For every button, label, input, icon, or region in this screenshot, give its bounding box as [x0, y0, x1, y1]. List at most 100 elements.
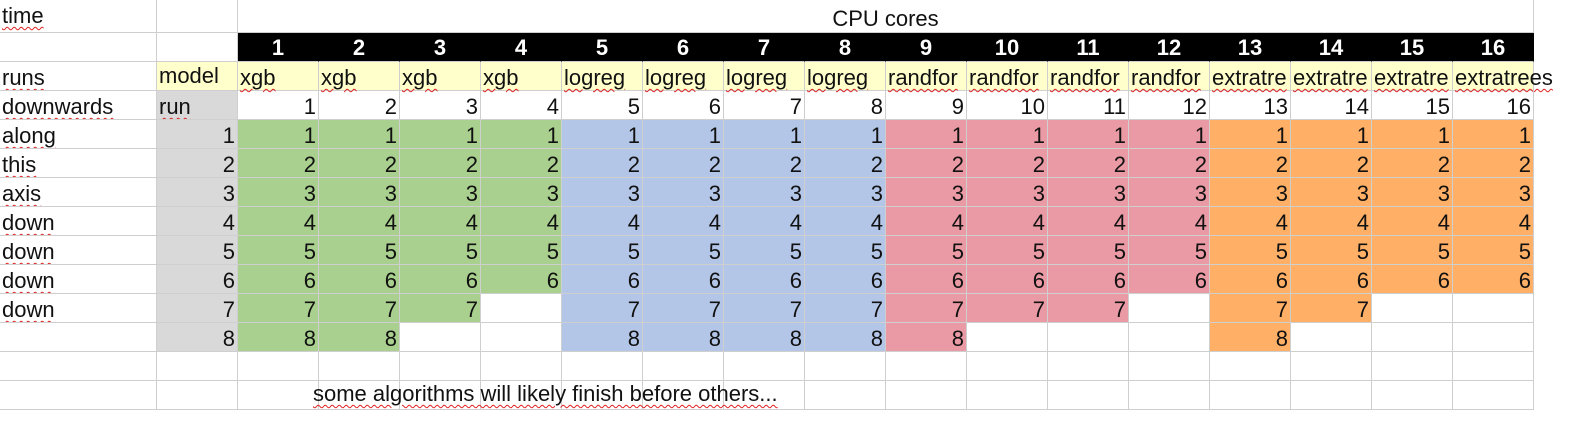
cpu-core-header[interactable]: 4: [481, 33, 562, 62]
timeline-cell[interactable]: 8: [1210, 323, 1291, 352]
empty-cell[interactable]: [562, 352, 643, 381]
timeline-cell[interactable]: 4: [805, 207, 886, 236]
model-cell[interactable]: xgb: [238, 62, 319, 91]
empty-cell[interactable]: [967, 352, 1048, 381]
run-index-cell[interactable]: 6: [157, 265, 238, 294]
empty-cell[interactable]: [805, 381, 886, 410]
empty-cell[interactable]: [1291, 352, 1372, 381]
timeline-cell[interactable]: 4: [1453, 207, 1534, 236]
timeline-cell[interactable]: 5: [1372, 236, 1453, 265]
empty-cell[interactable]: [1129, 381, 1210, 410]
timeline-cell[interactable]: 4: [643, 207, 724, 236]
empty-cell[interactable]: [1372, 323, 1453, 352]
model-cell[interactable]: extratre: [1210, 62, 1291, 91]
timeline-cell[interactable]: 5: [400, 236, 481, 265]
timeline-cell[interactable]: 5: [967, 236, 1048, 265]
timeline-cell[interactable]: 2: [1210, 149, 1291, 178]
run-index-cell[interactable]: 8: [157, 323, 238, 352]
row-label-cell[interactable]: this: [0, 149, 157, 178]
timeline-cell[interactable]: 5: [724, 236, 805, 265]
timeline-cell[interactable]: 3: [319, 178, 400, 207]
timeline-cell[interactable]: 3: [238, 178, 319, 207]
run-number-cell[interactable]: 11: [1048, 91, 1129, 120]
timeline-cell[interactable]: 1: [1291, 120, 1372, 149]
timeline-cell[interactable]: 7: [1210, 294, 1291, 323]
timeline-cell[interactable]: 1: [1372, 120, 1453, 149]
timeline-cell[interactable]: 5: [481, 236, 562, 265]
empty-cell[interactable]: [157, 352, 238, 381]
empty-cell[interactable]: [481, 323, 562, 352]
timeline-cell[interactable]: 2: [400, 149, 481, 178]
timeline-cell[interactable]: 4: [1048, 207, 1129, 236]
cpu-core-header[interactable]: 9: [886, 33, 967, 62]
timeline-cell[interactable]: 7: [967, 294, 1048, 323]
model-cell[interactable]: xgb: [319, 62, 400, 91]
timeline-cell[interactable]: 8: [562, 323, 643, 352]
row-label-cell[interactable]: along: [0, 120, 157, 149]
timeline-cell[interactable]: 4: [1129, 207, 1210, 236]
timeline-cell[interactable]: 7: [238, 294, 319, 323]
cpu-core-header[interactable]: 16: [1453, 33, 1534, 62]
timeline-cell[interactable]: 3: [643, 178, 724, 207]
timeline-cell[interactable]: 6: [1291, 265, 1372, 294]
timeline-cell[interactable]: 6: [400, 265, 481, 294]
run-index-cell[interactable]: 7: [157, 294, 238, 323]
timeline-cell[interactable]: 8: [643, 323, 724, 352]
empty-cell[interactable]: [1210, 381, 1291, 410]
row-label-cell[interactable]: [0, 352, 157, 381]
run-number-cell[interactable]: 4: [481, 91, 562, 120]
timeline-cell[interactable]: 5: [805, 236, 886, 265]
timeline-cell[interactable]: 5: [1210, 236, 1291, 265]
cpu-core-header[interactable]: 11: [1048, 33, 1129, 62]
timeline-cell[interactable]: 1: [967, 120, 1048, 149]
timeline-cell[interactable]: 3: [724, 178, 805, 207]
timeline-cell[interactable]: 7: [319, 294, 400, 323]
empty-cell[interactable]: [481, 352, 562, 381]
cpu-core-header[interactable]: 12: [1129, 33, 1210, 62]
row-label-cell[interactable]: down: [0, 265, 157, 294]
cpu-core-header[interactable]: 10: [967, 33, 1048, 62]
timeline-cell[interactable]: 7: [400, 294, 481, 323]
timeline-cell[interactable]: 2: [319, 149, 400, 178]
run-number-cell[interactable]: 3: [400, 91, 481, 120]
run-number-cell[interactable]: 5: [562, 91, 643, 120]
timeline-cell[interactable]: 1: [238, 120, 319, 149]
row-label-cell[interactable]: [0, 381, 157, 410]
timeline-cell[interactable]: 8: [886, 323, 967, 352]
cpu-core-header[interactable]: 5: [562, 33, 643, 62]
timeline-cell[interactable]: 3: [1372, 178, 1453, 207]
timeline-cell[interactable]: 1: [562, 120, 643, 149]
row-label-cell[interactable]: time: [0, 0, 157, 33]
timeline-cell[interactable]: 6: [886, 265, 967, 294]
run-index-cell[interactable]: 2: [157, 149, 238, 178]
timeline-cell[interactable]: 3: [1453, 178, 1534, 207]
timeline-cell[interactable]: 5: [1291, 236, 1372, 265]
timeline-cell[interactable]: 4: [319, 207, 400, 236]
empty-cell[interactable]: [1453, 381, 1534, 410]
row-label-cell[interactable]: down: [0, 207, 157, 236]
timeline-cell[interactable]: 2: [1291, 149, 1372, 178]
timeline-cell[interactable]: 3: [400, 178, 481, 207]
model-cell[interactable]: extratre: [1291, 62, 1372, 91]
run-number-cell[interactable]: 9: [886, 91, 967, 120]
empty-cell[interactable]: [400, 323, 481, 352]
model-cell[interactable]: extratre: [1372, 62, 1453, 91]
empty-cell[interactable]: [1291, 323, 1372, 352]
empty-cell[interactable]: [481, 294, 562, 323]
cpu-core-header[interactable]: 6: [643, 33, 724, 62]
timeline-cell[interactable]: 8: [319, 323, 400, 352]
timeline-cell[interactable]: 1: [1210, 120, 1291, 149]
timeline-cell[interactable]: 4: [1291, 207, 1372, 236]
empty-cell[interactable]: [967, 381, 1048, 410]
empty-cell[interactable]: [1372, 352, 1453, 381]
timeline-cell[interactable]: 7: [1291, 294, 1372, 323]
timeline-cell[interactable]: 4: [724, 207, 805, 236]
timeline-cell[interactable]: 5: [238, 236, 319, 265]
run-number-cell[interactable]: 15: [1372, 91, 1453, 120]
timeline-cell[interactable]: 2: [238, 149, 319, 178]
empty-cell[interactable]: [886, 352, 967, 381]
cpu-core-header[interactable]: 1: [238, 33, 319, 62]
model-cell[interactable]: logreg: [562, 62, 643, 91]
empty-cell[interactable]: [1129, 294, 1210, 323]
timeline-cell[interactable]: 6: [238, 265, 319, 294]
